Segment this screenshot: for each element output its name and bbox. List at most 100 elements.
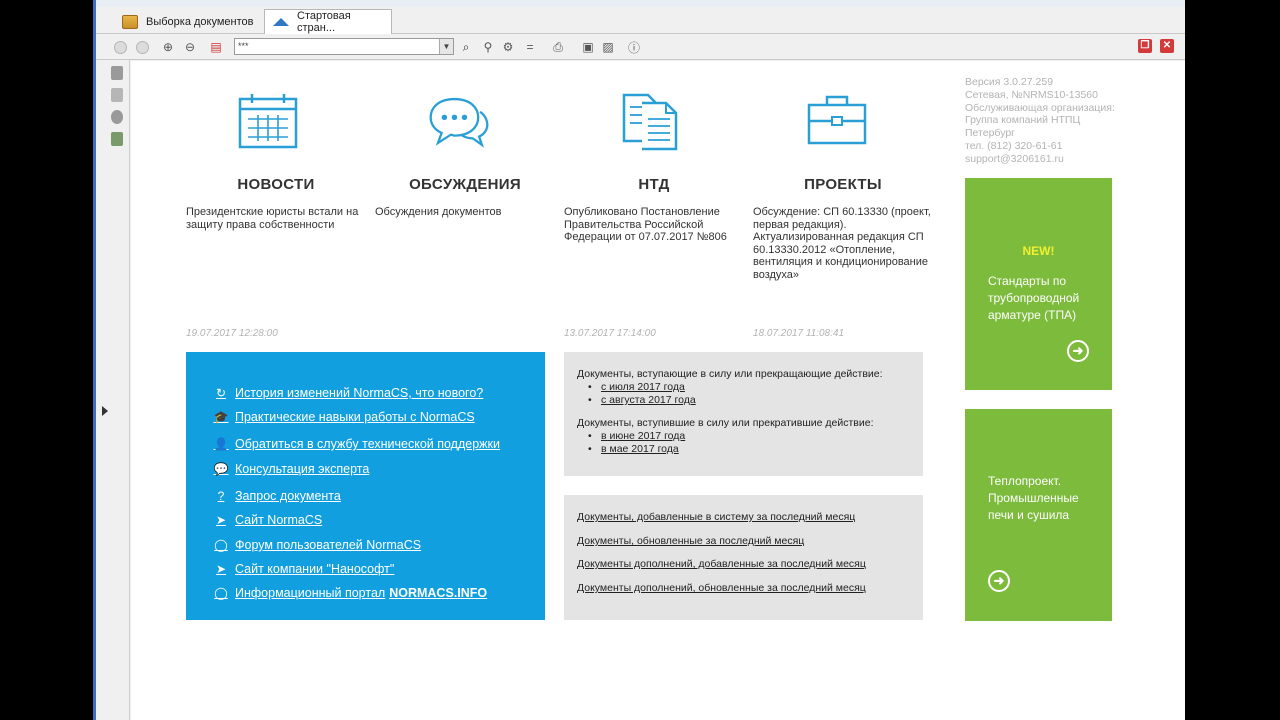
zoom-in-icon[interactable]: ⊕ <box>160 39 176 55</box>
tab-document-selection[interactable]: Выборка документов <box>114 9 262 34</box>
org-name: Группа компаний НТПЦ <box>965 114 1081 127</box>
link-label: Обратиться в службу технической поддержк… <box>235 437 500 451</box>
start-page: НОВОСТИ Президентские юристы встали на з… <box>131 61 1185 720</box>
link-label: Форум пользователей NormaCS <box>235 538 422 552</box>
panel-icon[interactable] <box>111 66 123 80</box>
link-nanosoft[interactable]: ➤ Сайт компании "Нанософт" <box>213 561 394 577</box>
filter-settings-icon[interactable]: ⚙ <box>500 39 516 55</box>
link-updated-docs[interactable]: Документы, обновленные за последний меся… <box>577 535 804 547</box>
history-icon: ↻ <box>215 386 227 400</box>
org-label: Обслуживающая организация: <box>965 101 1115 114</box>
info-icon[interactable]: ⓘ <box>626 39 642 55</box>
search-combo[interactable]: *** ▼ <box>234 38 454 55</box>
feature-description: Обсуждение: СП 60.13330 (проект, первая … <box>753 206 931 281</box>
image-icon[interactable] <box>111 132 123 146</box>
help-links-panel: ↻ История изменений NormaCS, что нового? … <box>186 352 545 620</box>
side-toolbar <box>96 60 130 720</box>
chat-bubbles-icon <box>429 97 489 148</box>
binoculars-icon[interactable]: ⌕ <box>458 39 474 55</box>
feature-title: НТД <box>638 176 670 193</box>
org-phone: тел. (812) 320-61-61 <box>965 139 1063 152</box>
changes-intro: Документы, вступившие в силу или прекрат… <box>577 417 874 429</box>
feature-date: 18.07.2017 11:08:41 <box>753 328 845 339</box>
document-request-icon: ? <box>217 489 225 503</box>
link-forum[interactable]: ◯ Форум пользователей NormaCS <box>213 537 421 553</box>
changes-intro: Документы, вступающие в силу или прекращ… <box>577 368 883 380</box>
graduation-cap-icon: 🎓 <box>213 410 229 424</box>
feature-title: НОВОСТИ <box>237 176 315 193</box>
link-from-august[interactable]: с августа 2017 года <box>588 394 696 406</box>
close-icon[interactable]: ✕ <box>1160 39 1174 53</box>
new-badge: NEW! <box>1022 244 1055 258</box>
toolbar: ⊕ ⊖ ▤ *** ▼ ⌕ ⚲ ⚙ = ⎙ ▣ ▨ ⓘ ❐ ✕ <box>96 35 1185 60</box>
promo-teploproekt[interactable]: Теплопроект. Промышленные печи и сушила … <box>965 409 1112 621</box>
version-info: Версия 3.0.27.259 Сетевая, №NRMS10-13560… <box>965 76 1115 166</box>
documents-icon <box>622 93 678 151</box>
feature-title: ОБСУЖДЕНИЯ <box>409 176 521 193</box>
filter-icon[interactable]: ⚲ <box>480 39 496 55</box>
list-icon[interactable] <box>111 88 123 102</box>
combo-value: *** <box>238 41 249 51</box>
link-label-bold: NORMACS.INFO <box>389 586 488 600</box>
link-from-july[interactable]: с июля 2017 года <box>588 381 685 393</box>
link-practical-skills[interactable]: 🎓 Практические навыки работы с NormaCS <box>213 409 475 425</box>
promo-text: Стандарты по трубопроводной арматуре (ТП… <box>988 274 1080 322</box>
zoom-out-icon[interactable]: ⊖ <box>182 39 198 55</box>
expand-arrow-icon[interactable] <box>102 406 108 416</box>
feature-description: Обсуждения документов <box>375 206 502 218</box>
link-updated-supplements[interactable]: Документы дополнений, обновленные за пос… <box>577 582 866 594</box>
tab-label: Выборка документов <box>146 15 254 28</box>
link-added-supplements[interactable]: Документы дополнений, добавленные за пос… <box>577 558 866 570</box>
app-window: Выборка документов Стартовая стран... ⊕ … <box>93 0 1185 720</box>
link-label: Практические навыки работы с NormaCS <box>235 410 475 424</box>
briefcase-icon <box>807 95 867 145</box>
org-email[interactable]: support@3206161.ru <box>965 153 1115 166</box>
link-expert[interactable]: 💬 Консультация эксперта <box>213 461 370 477</box>
bookmark-icon[interactable]: ▨ <box>600 39 616 55</box>
link-added-docs[interactable]: Документы, добавленные в систему за посл… <box>577 511 855 523</box>
forward-icon[interactable] <box>136 41 149 54</box>
version-line: Версия 3.0.27.259 <box>965 76 1054 88</box>
promo-text: Теплопроект. Промышленные печи и сушила <box>988 474 1079 522</box>
link-in-may[interactable]: в мае 2017 года <box>588 443 679 455</box>
feature-description: Опубликовано Постановление Правительства… <box>564 206 727 244</box>
arrow-right-icon[interactable]: ➜ <box>1067 340 1089 362</box>
tab-bar: Выборка документов Стартовая стран... <box>96 7 1185 34</box>
back-icon[interactable] <box>114 41 127 54</box>
circle-icon[interactable] <box>111 110 123 124</box>
chevron-down-icon[interactable]: ▼ <box>439 39 453 54</box>
equals-icon[interactable]: = <box>522 39 538 55</box>
print-icon[interactable]: ⎙ <box>550 39 566 55</box>
feature-date: 13.07.2017 17:14:00 <box>564 328 656 339</box>
feature-date: 19.07.2017 12:28:00 <box>186 328 278 339</box>
forum-icon: ◯ <box>214 586 228 600</box>
page-icon[interactable]: ▣ <box>580 39 596 55</box>
link-in-june[interactable]: в июне 2017 года <box>588 430 685 442</box>
documents-changes-panel: Документы, вступающие в силу или прекращ… <box>564 352 923 476</box>
send-icon: ➤ <box>215 513 227 527</box>
forum-icon: ◯ <box>214 538 228 552</box>
restore-window-icon[interactable]: ❐ <box>1138 39 1152 53</box>
promo-tpa[interactable]: NEW! Стандарты по трубопроводной арматур… <box>965 178 1112 390</box>
link-document-request[interactable]: ? Запрос документа <box>213 488 341 504</box>
link-label: Запрос документа <box>235 489 341 503</box>
feature-description: Президентские юристы встали на защиту пр… <box>186 206 359 231</box>
link-normacs-site[interactable]: ➤ Сайт NormaCS <box>213 512 322 528</box>
org-city: Петербург <box>965 127 1015 140</box>
pdf-icon[interactable]: ▤ <box>208 39 224 55</box>
link-label: Сайт компании "Нанософт" <box>235 562 395 576</box>
tab-start-page[interactable]: Стартовая стран... <box>264 9 392 34</box>
link-info-portal[interactable]: ◯ Информационный портал NORMACS.INFO <box>213 585 487 601</box>
link-history[interactable]: ↻ История изменений NormaCS, что нового? <box>213 385 483 401</box>
arrow-right-icon[interactable]: ➜ <box>988 570 1010 592</box>
left-black-border <box>0 0 93 720</box>
send-icon: ➤ <box>215 562 227 576</box>
home-icon <box>273 15 289 29</box>
tab-label: Стартовая стран... <box>297 10 351 34</box>
user-icon: 👤 <box>213 437 229 451</box>
link-support[interactable]: 👤 Обратиться в службу технической поддерж… <box>213 436 500 452</box>
right-black-border <box>1185 0 1280 720</box>
link-label: Информационный портал <box>235 586 386 600</box>
documents-monthly-panel: Документы, добавленные в систему за посл… <box>564 495 923 620</box>
license-line: Сетевая, №NRMS10-13560 <box>965 88 1098 101</box>
